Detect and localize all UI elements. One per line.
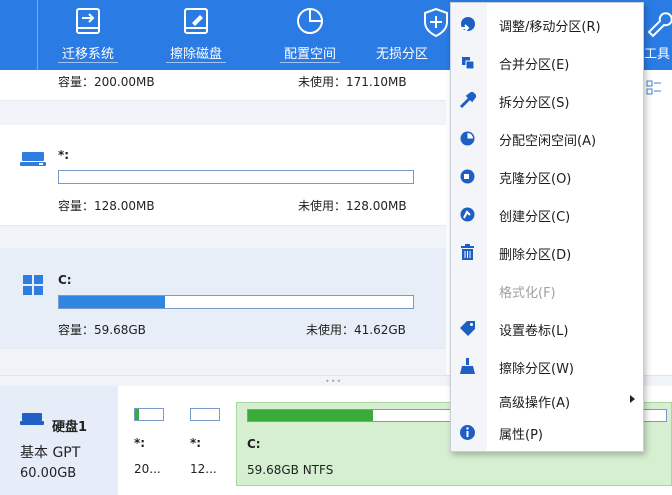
view-toggle-icon[interactable]	[646, 80, 662, 96]
menu-item-label: 合并分区(E)	[499, 58, 570, 73]
allocate-space-icon	[297, 8, 323, 34]
disk-type: 基本 GPT	[20, 445, 81, 461]
menu-item-label: 设置卷标(L)	[499, 324, 569, 339]
partition-usage-bar	[58, 295, 414, 309]
menu-item-label: 创建分区(C)	[499, 210, 571, 225]
menu-item-create[interactable]: 创建分区(C)	[451, 196, 643, 232]
menu-item-label: 调整/移动分区(R)	[499, 20, 601, 35]
partition-label: *:	[190, 436, 202, 450]
menu-item-label: 高级操作(A)	[499, 396, 571, 411]
partition-name: *:	[58, 148, 70, 162]
allocate-free-icon	[460, 131, 475, 146]
partition-size: 12...	[190, 462, 217, 476]
wipe-disk-icon	[184, 8, 208, 34]
partition-size: 59.68GB NTFS	[247, 463, 334, 477]
partition-capacity: 容量：200.00MB	[58, 75, 155, 89]
toolbar-label: 配置空间	[283, 47, 336, 62]
menu-item-format: 格式化(F)	[451, 272, 643, 308]
windows-logo-icon	[23, 275, 43, 295]
menu-item-label: 拆分分区(S)	[499, 96, 570, 111]
menu-item-allocate-free[interactable]: 分配空闲空间(A)	[451, 120, 643, 156]
hard-disk-icon	[20, 413, 44, 425]
partition-label: *:	[134, 436, 146, 450]
lossless-partition-button[interactable]: 无损分区	[370, 0, 460, 70]
partition-unused: 未使用：41.62GB	[306, 323, 406, 337]
menu-item-wipe[interactable]: 擦除分区(W)	[451, 348, 643, 384]
clone-icon	[460, 169, 475, 184]
toolbar-label: 工具	[644, 47, 671, 62]
split-icon	[459, 92, 476, 109]
menu-item-delete[interactable]: 删除分区(D)	[451, 234, 643, 270]
partition-card-system[interactable]: 容量：200.00MB 未使用：171.10MB	[0, 70, 446, 101]
drive-icon	[20, 152, 46, 166]
create-icon	[460, 207, 475, 222]
trash-icon	[461, 244, 474, 260]
toolbar-label: 擦除磁盘	[169, 47, 222, 62]
migrate-system-button[interactable]: 迁移系统	[40, 0, 136, 70]
partition-usage-bar	[134, 408, 164, 421]
menu-item-advanced[interactable]: 高级操作(A)	[451, 382, 643, 418]
menu-item-merge[interactable]: 合并分区(E)	[451, 44, 643, 80]
toolbar-underline	[58, 62, 118, 63]
partition-unused: 未使用：128.00MB	[298, 199, 407, 213]
menu-item-label: 擦除分区(W)	[499, 362, 574, 377]
menu-item-split[interactable]: 拆分分区(S)	[451, 82, 643, 118]
menu-item-resize-move[interactable]: 调整/移动分区(R)	[451, 6, 643, 42]
menu-item-label: 分配空闲空间(A)	[499, 134, 597, 149]
merge-icon	[462, 57, 475, 70]
tools-icon	[647, 12, 672, 38]
menu-item-set-label[interactable]: 设置卷标(L)	[451, 310, 643, 346]
menu-item-clone[interactable]: 克隆分区(O)	[451, 158, 643, 194]
partition-label: C:	[247, 437, 261, 451]
allocate-space-button[interactable]: 配置空间	[262, 0, 358, 70]
partition-capacity: 容量：59.68GB	[58, 323, 146, 337]
info-icon	[460, 425, 475, 440]
tag-icon	[460, 321, 475, 336]
submenu-arrow-icon	[630, 395, 635, 403]
resize-move-icon	[461, 17, 475, 32]
wipe-icon	[460, 358, 475, 374]
menu-item-label: 属性(P)	[499, 428, 543, 443]
partition-name: C:	[58, 273, 72, 287]
partition-size: 20...	[134, 462, 161, 476]
disk-partition-block[interactable]: *: 12...	[180, 402, 230, 486]
toolbar-underline	[280, 62, 340, 63]
migrate-icon	[76, 8, 100, 34]
disk-info-panel[interactable]: 硬盘1 基本 GPT 60.00GB	[0, 386, 118, 495]
lossless-partition-icon	[424, 7, 448, 38]
toolbar-label: 迁移系统	[61, 47, 114, 62]
usage-fill	[59, 296, 166, 308]
disk-partition-block[interactable]: *: 20...	[124, 402, 174, 486]
wipe-disk-button[interactable]: 擦除磁盘	[148, 0, 244, 70]
toolbar-label: 无损分区	[376, 47, 429, 62]
context-menu: 调整/移动分区(R) 合并分区(E) 拆分分区(S) 分配空闲空间(A) 克隆分…	[450, 2, 644, 452]
toolbar-separator	[37, 0, 38, 70]
disk-name: 硬盘1	[52, 420, 88, 435]
disk-size: 60.00GB	[20, 466, 77, 481]
menu-item-properties[interactable]: 属性(P)	[451, 414, 643, 450]
partition-card-reserved[interactable]: *: 容量：128.00MB 未使用：128.00MB	[0, 125, 446, 226]
menu-item-label: 克隆分区(O)	[499, 172, 572, 187]
partition-card-c[interactable]: C: 容量：59.68GB 未使用：41.62GB	[0, 248, 446, 349]
partition-unused: 未使用：171.10MB	[298, 75, 407, 89]
menu-item-label: 格式化(F)	[499, 286, 556, 301]
partition-capacity: 容量：128.00MB	[58, 199, 155, 213]
partition-usage-bar	[58, 170, 414, 184]
usage-fill	[248, 410, 374, 421]
usage-fill	[135, 409, 140, 420]
splitter-grip-icon: •••	[325, 377, 343, 386]
menu-item-label: 删除分区(D)	[499, 248, 572, 263]
partition-usage-bar	[190, 408, 220, 421]
toolbar-underline	[166, 62, 226, 63]
